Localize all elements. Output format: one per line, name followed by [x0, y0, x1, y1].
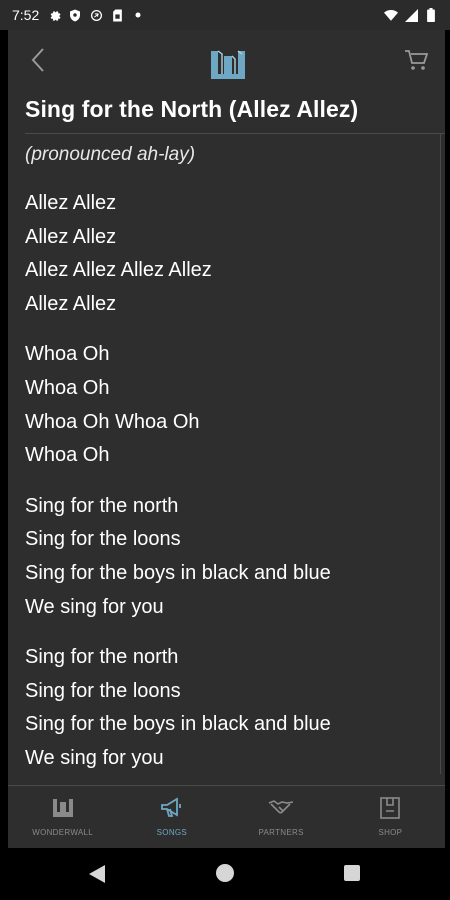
- system-home-icon[interactable]: [216, 864, 234, 882]
- dot-icon: [131, 8, 145, 22]
- system-back-icon[interactable]: [88, 864, 106, 889]
- cart-icon: [405, 50, 428, 70]
- app-screen: Sing for the North (Allez Allez) (pronou…: [8, 30, 445, 848]
- back-button[interactable]: [26, 46, 50, 74]
- megaphone-icon: [159, 796, 185, 820]
- system-recents-icon[interactable]: [344, 865, 360, 881]
- lyric-line: Allez Allez Allez Allez: [25, 259, 212, 282]
- tab-shop[interactable]: SHOP: [336, 786, 445, 848]
- tab-label: SHOP: [378, 828, 403, 837]
- shield-icon: [68, 8, 82, 22]
- tab-label: PARTNERS: [258, 828, 304, 837]
- signal-icon: [404, 8, 418, 22]
- lyric-line: Allez Allez: [25, 292, 117, 315]
- tab-wonderwall[interactable]: WONDERWALL: [8, 786, 117, 848]
- tab-partners[interactable]: PARTNERS: [227, 786, 336, 848]
- lyric-line: Sing for the north: [25, 494, 179, 517]
- lyric-line: Sing for the boys in black and blue: [25, 713, 331, 736]
- lyric-line: Allez Allez: [25, 192, 117, 214]
- app-header: [8, 30, 445, 88]
- status-time: 7:52: [12, 7, 40, 23]
- tab-label: WONDERWALL: [32, 828, 94, 837]
- stanza: Allez Allez Allez Allez Allez Allez Alle…: [25, 187, 435, 321]
- stanza: Whoa Oh Whoa Oh Whoa Oh Whoa Oh Whoa Oh: [25, 338, 435, 472]
- sim-icon: [110, 8, 124, 22]
- status-icons-left: [47, 8, 145, 22]
- tab-label: SONGS: [156, 828, 188, 837]
- lyric-line: Sing for the boys in black and blue: [25, 561, 331, 584]
- handshake-icon: [268, 796, 294, 820]
- tab-songs[interactable]: SONGS: [117, 786, 226, 848]
- lyric-line: We sing for you: [25, 746, 164, 769]
- lyric-line: Sing for the loons: [25, 528, 181, 551]
- lyric-line: Whoa Oh Whoa Oh: [25, 410, 200, 433]
- pronunciation-note: (pronounced ah-lay): [25, 144, 196, 165]
- lyric-line: Whoa Oh: [25, 444, 110, 467]
- cart-button[interactable]: [402, 46, 430, 74]
- bottom-nav: WONDERWALL SONGS PARTNERS SHOP: [8, 785, 445, 848]
- status-bar: 7:52: [0, 0, 450, 30]
- vpn-icon: [89, 8, 103, 22]
- scroll-rail: [440, 134, 441, 774]
- wonderwall-icon: [50, 796, 76, 820]
- lyric-line: Allez Allez: [25, 225, 117, 248]
- chevron-left-icon: [31, 48, 44, 72]
- song-title: Sing for the North (Allez Allez): [25, 96, 359, 122]
- lyrics[interactable]: (pronounced ah-lay) Allez Allez Allez Al…: [25, 140, 435, 793]
- lyric-line: Sing for the north: [25, 646, 179, 669]
- stanza: Sing for the north Sing for the loons Si…: [25, 641, 435, 775]
- stanza: Sing for the north Sing for the loons Si…: [25, 490, 435, 624]
- gear-icon: [47, 8, 61, 22]
- lyric-line: Sing for the loons: [25, 679, 181, 702]
- title-divider: [25, 133, 445, 134]
- wonderwall-logo-icon: [208, 48, 248, 82]
- battery-icon: [424, 8, 438, 22]
- lyric-line: Whoa Oh: [25, 376, 110, 399]
- status-icons-right: [384, 8, 438, 22]
- system-nav-bar: [0, 848, 450, 900]
- wifi-icon: [384, 8, 398, 22]
- lyric-line: We sing for you: [25, 595, 164, 618]
- shop-icon: [377, 796, 403, 820]
- lyric-line: Whoa Oh: [25, 343, 110, 366]
